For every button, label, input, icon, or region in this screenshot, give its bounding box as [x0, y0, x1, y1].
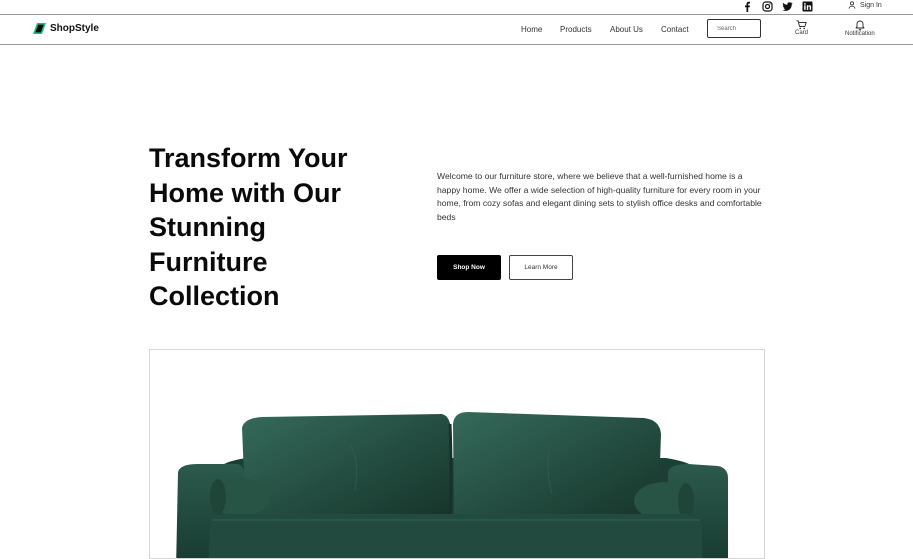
- hero-title-line: Home with Our: [149, 177, 342, 208]
- brand-name: ShopStyle: [50, 23, 99, 34]
- sign-in-label: Sign In: [860, 1, 882, 9]
- nav-link-home[interactable]: Home: [521, 25, 542, 34]
- nav-link-contact[interactable]: Contact: [661, 25, 689, 34]
- sign-in-link[interactable]: Sign In: [848, 1, 882, 9]
- notification-label: Notification: [845, 31, 875, 37]
- bell-icon: [855, 20, 865, 31]
- search-input[interactable]: [707, 19, 761, 38]
- hero-description: Welcome to our furniture store, where we…: [437, 171, 762, 222]
- notification-button[interactable]: Notification: [845, 20, 875, 37]
- cart-icon: [796, 20, 807, 30]
- cart-label: Card: [795, 30, 809, 36]
- hero-title-line: Stunning: [149, 212, 266, 242]
- hero-title: Transform Your Home with Our Stunning Fu…: [149, 141, 389, 314]
- top-bar: Sign In: [0, 0, 913, 15]
- nav-link-about-us[interactable]: About Us: [610, 25, 643, 34]
- hero-title-line: Transform Your: [149, 143, 348, 173]
- brand-logo[interactable]: ShopStyle: [33, 23, 99, 34]
- linkedin-icon[interactable]: [802, 1, 813, 12]
- instagram-icon[interactable]: [762, 1, 773, 12]
- navbar: ShopStyle Home Products About Us Contact…: [0, 15, 913, 45]
- nav-link-products[interactable]: Products: [560, 25, 592, 34]
- twitter-icon[interactable]: [782, 1, 793, 12]
- hero-title-line: Collection: [149, 281, 280, 311]
- product-image-frame: [149, 349, 765, 559]
- logo-icon: [33, 23, 46, 34]
- facebook-icon[interactable]: [742, 1, 753, 12]
- hero-title-line: Furniture: [149, 246, 268, 277]
- cart-button[interactable]: Card: [795, 20, 808, 36]
- shop-now-button[interactable]: Shop Now: [437, 255, 501, 280]
- user-icon: [848, 1, 856, 9]
- sofa-image: [176, 412, 728, 558]
- learn-more-button[interactable]: Learn More: [509, 255, 573, 280]
